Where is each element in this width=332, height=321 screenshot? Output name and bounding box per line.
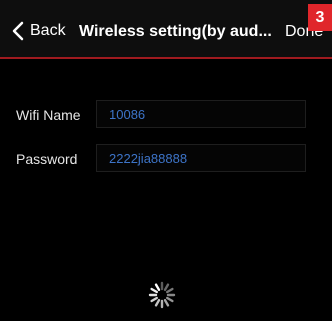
spinner-spoke (163, 298, 170, 307)
spinner-spoke (163, 283, 170, 292)
wifi-name-label: Wifi Name (16, 107, 81, 123)
password-label: Password (16, 151, 78, 167)
password-input[interactable] (96, 144, 306, 172)
wifi-name-row: Wifi Name (0, 100, 332, 130)
page-title: Wireless setting(by aud... (79, 23, 272, 40)
wifi-name-input[interactable] (96, 100, 306, 128)
password-row: Password (0, 144, 332, 174)
back-label: Back (30, 22, 66, 39)
loading-spinner-icon (148, 281, 176, 309)
step-number-badge: 3 (308, 4, 332, 31)
spinner-spoke (154, 298, 161, 307)
spinner-spoke (150, 287, 159, 294)
spinner-spoke (154, 283, 161, 292)
spinner-spoke (150, 296, 159, 303)
chevron-left-icon (12, 21, 24, 41)
spinner-spoke (165, 287, 174, 294)
header-divider (0, 57, 332, 59)
navigation-bar: Back Wireless setting(by aud... Done 3 (0, 0, 332, 58)
back-button[interactable]: Back (12, 19, 66, 43)
spinner-spoke (165, 296, 174, 303)
